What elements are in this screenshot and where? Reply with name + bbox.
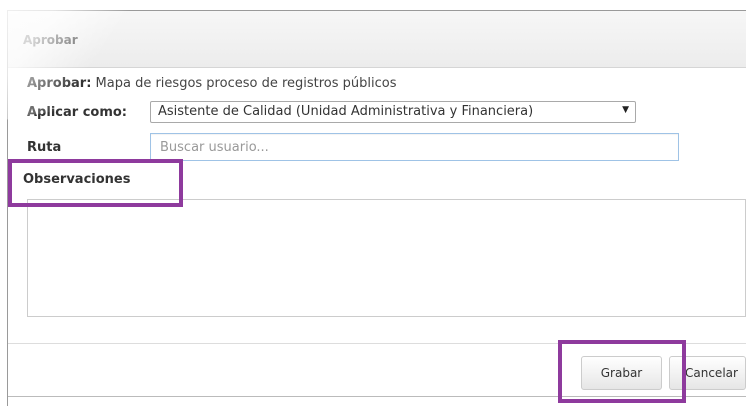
approval-value: Mapa de riesgos proceso de registros púb… bbox=[95, 76, 397, 91]
observations-label: Observaciones bbox=[23, 172, 131, 187]
route-label: Ruta bbox=[27, 140, 62, 155]
dialog-title: Aprobar bbox=[23, 33, 78, 47]
footer-divider bbox=[8, 343, 746, 344]
observations-textarea[interactable] bbox=[27, 199, 746, 317]
apply-as-selected-value: Asistente de Calidad (Unidad Administrat… bbox=[158, 104, 534, 119]
cancel-button[interactable]: Cancelar bbox=[669, 356, 746, 390]
screenshot-frame: Aprobar Aprobar: Mapa de riesgos proceso… bbox=[0, 0, 746, 413]
dialog-title-bar bbox=[8, 11, 746, 68]
save-button[interactable]: Grabar bbox=[581, 356, 662, 390]
bottom-divider bbox=[8, 396, 746, 397]
approval-summary: Aprobar: Mapa de riesgos proceso de regi… bbox=[27, 76, 397, 91]
route-search-input[interactable]: Buscar usuario... bbox=[150, 133, 679, 161]
dropdown-arrow-icon: ▼ bbox=[622, 105, 629, 115]
apply-as-label: Aplicar como: bbox=[27, 105, 128, 120]
apply-as-select[interactable]: Asistente de Calidad (Unidad Administrat… bbox=[150, 101, 636, 123]
route-search-placeholder: Buscar usuario... bbox=[160, 140, 269, 155]
approval-label: Aprobar: bbox=[27, 76, 92, 91]
